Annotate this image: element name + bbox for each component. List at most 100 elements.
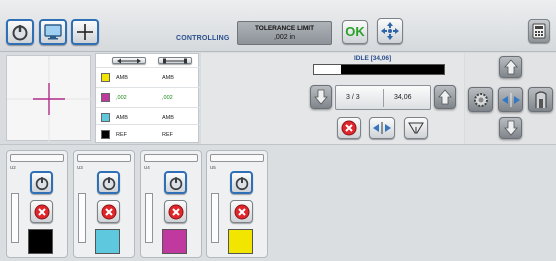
- idle-status: IDLE [34,06]: [354, 55, 392, 62]
- column-toggle-right[interactable]: [158, 57, 192, 64]
- ok-button[interactable]: OK: [342, 20, 368, 44]
- register-mark-viewer[interactable]: [6, 55, 92, 142]
- unit-slider[interactable]: [145, 193, 153, 243]
- unit-cancel-button[interactable]: [164, 200, 187, 223]
- register-cross-icon: [7, 56, 92, 142]
- page-indicator: 3 / 3 34,06: [335, 85, 431, 110]
- tolerance-limit-display[interactable]: TOLERANCE LIMIT ,002 in: [237, 21, 332, 45]
- power-icon: [35, 176, 48, 190]
- unit-color-swatch: [28, 229, 53, 254]
- unit-label: U2: [10, 165, 16, 170]
- cancel-icon: [341, 120, 357, 136]
- crosshair-icon: [77, 24, 93, 40]
- unit-color-swatch: [95, 229, 120, 254]
- unit-cancel-button[interactable]: [230, 200, 253, 223]
- color-value: ,002: [116, 95, 127, 101]
- color-value: AMB: [116, 75, 128, 81]
- color-swatch: [101, 73, 110, 82]
- unit-slider[interactable]: [211, 193, 219, 243]
- arrow-down-icon: [503, 120, 518, 136]
- unit-label: U5: [210, 165, 216, 170]
- unit-label: U4: [144, 165, 150, 170]
- jog-down-button[interactable]: [499, 117, 522, 139]
- unit-card-u2: U2: [6, 150, 68, 258]
- tolerance-value: ,002 in: [273, 34, 296, 41]
- door-button[interactable]: [528, 87, 553, 112]
- color-swatch: [101, 130, 110, 139]
- unit-range-bar[interactable]: [144, 154, 198, 162]
- arrow-up-icon: [503, 59, 518, 75]
- unit-range-bar[interactable]: [10, 154, 64, 162]
- color-table: AMB AMB ,002 ,002 AMB AMB REF REF: [95, 53, 200, 144]
- color-row-yellow[interactable]: AMB AMB: [96, 67, 200, 87]
- cancel-icon: [168, 204, 183, 219]
- unit-power-button[interactable]: [230, 171, 253, 194]
- unit-color-swatch: [228, 229, 253, 254]
- unit-range-bar[interactable]: [210, 154, 264, 162]
- color-swatch: [101, 93, 110, 102]
- unit-range-bar[interactable]: [77, 154, 131, 162]
- cancel-icon: [34, 204, 49, 219]
- center-button[interactable]: [369, 117, 395, 139]
- progress-fill: [314, 65, 342, 74]
- door-icon: [534, 90, 547, 108]
- color-value: AMB: [162, 115, 174, 121]
- progress-bar: [313, 64, 445, 75]
- color-swatch: [101, 113, 110, 122]
- color-value: ,002: [162, 95, 173, 101]
- jog-center-button[interactable]: [498, 87, 523, 112]
- control-status-text: CONTROLLING: [176, 35, 230, 42]
- unit-card-u4: U4: [140, 150, 202, 258]
- cancel-icon: [234, 204, 249, 219]
- cancel-icon: [101, 204, 116, 219]
- color-value: REF: [116, 132, 127, 138]
- jog-up-button[interactable]: [499, 56, 522, 78]
- unit-power-button[interactable]: [30, 171, 53, 194]
- power-button[interactable]: [6, 19, 34, 45]
- toolbar: CONTROLLING TOLERANCE LIMIT ,002 in OK: [0, 0, 556, 52]
- unit-slider[interactable]: [78, 193, 86, 243]
- center-arrows-icon: [373, 122, 391, 134]
- color-value: AMB: [162, 75, 174, 81]
- monitor-icon: [44, 24, 62, 40]
- unit-slider[interactable]: [11, 193, 19, 243]
- power-icon: [102, 176, 115, 190]
- page-value: 34,06: [394, 94, 412, 101]
- arrow-up-icon: [438, 89, 452, 105]
- unit-cancel-button[interactable]: [97, 200, 120, 223]
- color-value: AMB: [116, 115, 128, 121]
- center-arrows-icon: [501, 92, 520, 107]
- color-row-magenta[interactable]: ,002 ,002: [96, 87, 200, 107]
- page-down-button[interactable]: [310, 85, 332, 109]
- power-icon: [235, 176, 248, 190]
- calculator-icon: [532, 23, 546, 39]
- color-value: REF: [162, 132, 173, 138]
- unit-cancel-button[interactable]: [30, 200, 53, 223]
- unit-power-button[interactable]: [164, 171, 187, 194]
- unit-card-u3: U3: [73, 150, 135, 258]
- unit-power-button[interactable]: [97, 171, 120, 194]
- wiper-button[interactable]: [404, 117, 428, 139]
- tolerance-title: TOLERANCE LIMIT: [254, 25, 315, 32]
- calculator-button[interactable]: [528, 19, 550, 43]
- page-up-button[interactable]: [434, 85, 456, 109]
- divider: [383, 89, 384, 107]
- settings-button[interactable]: [468, 87, 493, 112]
- color-row-black[interactable]: REF REF: [96, 124, 200, 144]
- arrows-in-icon: [381, 22, 399, 40]
- power-icon: [12, 25, 28, 41]
- unit-color-swatch: [162, 229, 187, 254]
- column-toggle-left[interactable]: [112, 57, 146, 64]
- separator-icon: [163, 58, 187, 63]
- page-count: 3 / 3: [346, 94, 360, 101]
- monitor-button[interactable]: [39, 19, 67, 45]
- unit-card-u5: U5: [206, 150, 268, 258]
- wiper-icon: [408, 122, 424, 134]
- gear-icon: [473, 92, 488, 107]
- crosshair-button[interactable]: [71, 19, 99, 45]
- cancel-button[interactable]: [337, 117, 361, 139]
- power-icon: [169, 176, 182, 190]
- fit-button[interactable]: [377, 18, 403, 44]
- unit-label: U3: [77, 165, 83, 170]
- arrow-down-icon: [314, 89, 328, 105]
